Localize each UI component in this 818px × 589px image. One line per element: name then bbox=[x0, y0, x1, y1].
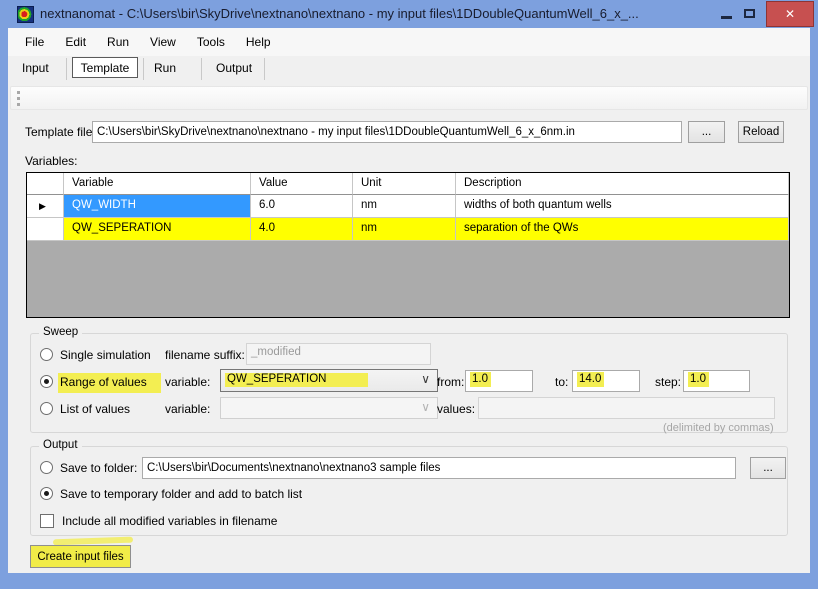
range-variable-label: variable: bbox=[165, 375, 210, 389]
single-simulation-radio[interactable] bbox=[40, 348, 53, 361]
tab-output[interactable]: Output bbox=[216, 61, 252, 75]
list-variable-label: variable: bbox=[165, 402, 210, 416]
filename-suffix-label: filename suffix: bbox=[165, 348, 245, 362]
values-input[interactable] bbox=[478, 397, 775, 419]
to-value: 14.0 bbox=[577, 372, 604, 387]
menu-tools[interactable]: Tools bbox=[197, 35, 225, 49]
tab-separator bbox=[201, 58, 202, 80]
client-area: File Edit Run View Tools Help Input Temp… bbox=[8, 28, 810, 573]
range-of-values-label: Range of values bbox=[58, 373, 161, 393]
cell-value[interactable]: 4.0 bbox=[251, 218, 353, 241]
browse-folder-button[interactable]: ... bbox=[750, 457, 786, 479]
row-selector[interactable]: ▶ bbox=[27, 195, 64, 218]
tab-template[interactable]: Template bbox=[72, 57, 138, 78]
single-simulation-label: Single simulation bbox=[60, 348, 151, 362]
toolbar bbox=[10, 86, 808, 110]
tab-separator bbox=[143, 58, 144, 80]
column-header-description[interactable]: Description bbox=[456, 173, 789, 195]
values-hint: (delimited by commas) bbox=[663, 422, 774, 434]
output-folder-input[interactable] bbox=[142, 457, 736, 479]
list-of-values-radio[interactable] bbox=[40, 402, 53, 415]
range-of-values-radio[interactable] bbox=[40, 375, 53, 388]
tab-separator bbox=[66, 58, 67, 80]
menu-edit[interactable]: Edit bbox=[65, 35, 86, 49]
include-variables-label: Include all modified variables in filena… bbox=[62, 514, 277, 528]
from-input[interactable]: 1.0 bbox=[465, 370, 533, 392]
close-button[interactable]: ✕ bbox=[766, 1, 814, 27]
filename-suffix-input[interactable]: _modified bbox=[246, 343, 431, 365]
template-file-label: Template file: bbox=[25, 125, 96, 139]
variables-label: Variables: bbox=[25, 154, 77, 168]
range-variable-combobox[interactable]: QW_SEPERATION ∨ bbox=[220, 369, 438, 392]
tab-input[interactable]: Input bbox=[22, 61, 49, 75]
cell-value[interactable]: 6.0 bbox=[251, 195, 353, 218]
menu-help[interactable]: Help bbox=[246, 35, 271, 49]
row-pointer-icon: ▶ bbox=[39, 201, 46, 211]
save-to-temp-label: Save to temporary folder and add to batc… bbox=[60, 487, 302, 501]
template-file-input[interactable] bbox=[92, 121, 682, 143]
app-icon bbox=[17, 6, 34, 23]
browse-template-button[interactable]: ... bbox=[688, 121, 725, 143]
variables-table: Variable Value Unit Description ▶ QW_WID… bbox=[26, 172, 790, 318]
range-variable-value: QW_SEPERATION bbox=[225, 373, 368, 387]
minimize-icon bbox=[721, 16, 732, 19]
save-to-temp-radio[interactable] bbox=[40, 487, 53, 500]
step-label: step: bbox=[655, 375, 681, 389]
create-input-files-button[interactable]: Create input files bbox=[30, 545, 131, 568]
save-to-folder-label: Save to folder: bbox=[60, 461, 137, 475]
reload-button[interactable]: Reload bbox=[738, 121, 784, 143]
window-title: nextnanomat - C:\Users\bir\SkyDrive\next… bbox=[40, 6, 639, 21]
row-selector[interactable] bbox=[27, 218, 64, 241]
column-header-selector[interactable] bbox=[27, 173, 64, 195]
maximize-button[interactable] bbox=[736, 0, 762, 27]
tab-strip: Input Template Run Output bbox=[8, 56, 810, 85]
chevron-down-icon: ∨ bbox=[421, 400, 430, 414]
sweep-groupbox-label: Sweep bbox=[39, 326, 82, 338]
to-label: to: bbox=[555, 375, 568, 389]
maximize-icon bbox=[744, 9, 755, 18]
values-label: values: bbox=[437, 402, 475, 416]
column-header-variable[interactable]: Variable bbox=[64, 173, 251, 195]
menu-run[interactable]: Run bbox=[107, 35, 129, 49]
app-window: nextnanomat - C:\Users\bir\SkyDrive\next… bbox=[0, 0, 818, 589]
cell-variable[interactable]: QW_WIDTH bbox=[64, 195, 251, 218]
cell-unit[interactable]: nm bbox=[353, 195, 456, 218]
step-input[interactable]: 1.0 bbox=[683, 370, 750, 392]
menu-bar: File Edit Run View Tools Help bbox=[8, 28, 810, 56]
tab-run[interactable]: Run bbox=[154, 61, 176, 75]
include-variables-checkbox[interactable] bbox=[40, 514, 54, 528]
output-groupbox-label: Output bbox=[39, 439, 82, 451]
step-value: 1.0 bbox=[688, 372, 709, 387]
title-bar[interactable]: nextnanomat - C:\Users\bir\SkyDrive\next… bbox=[0, 0, 818, 28]
list-variable-combobox[interactable]: ∨ bbox=[220, 397, 438, 419]
from-label: from: bbox=[437, 375, 464, 389]
tab-separator bbox=[264, 58, 265, 80]
save-to-folder-radio[interactable] bbox=[40, 461, 53, 474]
to-input[interactable]: 14.0 bbox=[572, 370, 640, 392]
close-icon: ✕ bbox=[785, 7, 795, 21]
toolbar-grip[interactable] bbox=[17, 91, 20, 106]
column-header-value[interactable]: Value bbox=[251, 173, 353, 195]
cell-description[interactable]: widths of both quantum wells bbox=[456, 195, 789, 218]
menu-view[interactable]: View bbox=[150, 35, 176, 49]
column-header-unit[interactable]: Unit bbox=[353, 173, 456, 195]
cell-description[interactable]: separation of the QWs bbox=[456, 218, 789, 241]
cell-unit[interactable]: nm bbox=[353, 218, 456, 241]
cell-variable[interactable]: QW_SEPERATION bbox=[64, 218, 251, 241]
from-value: 1.0 bbox=[470, 372, 491, 387]
menu-file[interactable]: File bbox=[25, 35, 44, 49]
chevron-down-icon: ∨ bbox=[421, 372, 430, 386]
list-of-values-label: List of values bbox=[60, 402, 130, 416]
